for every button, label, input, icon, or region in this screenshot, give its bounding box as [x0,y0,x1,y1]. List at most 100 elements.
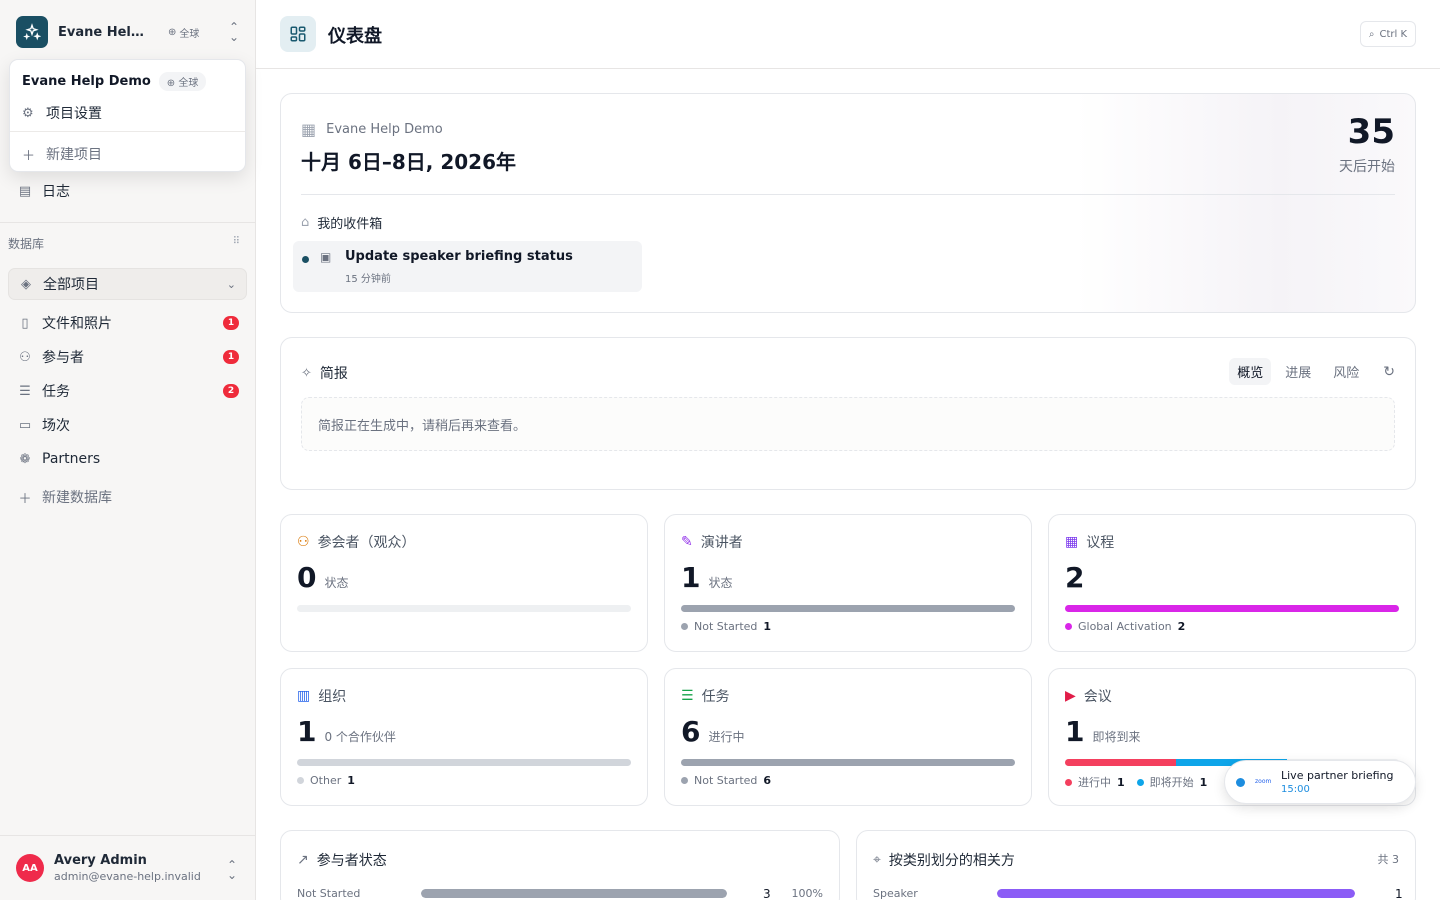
inbox-item-title: Update speaker briefing status [345,249,573,264]
stat-number: 0 [297,561,317,594]
live-meeting-title: Live partner briefing [1281,769,1394,782]
stat-title-label: 组织 [318,689,347,705]
stat-label: 状态 [708,576,733,590]
dashboard-icon [280,16,316,52]
stat-card[interactable]: ▦ 议程 2 Global Activation 2 [1048,514,1416,652]
stat-legend: Global Activation 2 [1065,620,1185,633]
search-icon: ⌕ [1368,28,1375,40]
sidebar-item-tasks[interactable]: ☰ 任务 2 [8,376,247,406]
sidebar-item-participants[interactable]: ⚇ 参与者 1 [8,342,247,372]
stat-card[interactable]: ☰ 任务 6 进行中 Not Started 6 [664,668,1032,806]
legend-name: 即将开始 [1149,776,1194,789]
sidebar-divider [0,222,255,223]
legend-count: 1 [763,620,772,633]
dropdown-workspace[interactable]: Evane Help Demo ⊕ 全球 [22,72,207,91]
dropdown-scope-label: 全球 [178,78,199,89]
live-meeting-pill[interactable]: zoom Live partner briefing 15:00 [1224,760,1416,804]
users-icon: ⚇ [19,349,31,365]
legend-name: Not Started [694,774,758,787]
presentation-icon: ▭ [18,417,32,433]
stat-label: 状态 [324,576,349,590]
sidebar: Evane Help Demo ⊕全球 ⌃⌄ Evane Help Demo ⊕… [0,0,256,900]
row-value: 3 [763,887,771,900]
chevron-down-icon: ⌄ [226,277,236,291]
workspace-dropdown: Evane Help Demo ⊕ 全球 ⚙ 项目设置 ＋ 新建项目 [9,59,246,172]
shortcut-label: Ctrl K [1379,28,1407,40]
dropdown-divider [10,131,245,132]
stakeholders-total: 共 3 [1377,853,1400,866]
new-database-button[interactable]: ＋ 新建数据库 [8,482,247,512]
stat-bar [1065,605,1399,612]
tab-progress[interactable]: 进展 [1277,358,1319,385]
inbox-title: ⌂ 我的收件箱 [301,213,382,232]
legend-name: Not Started [694,620,758,633]
gear-icon: ⚙ [22,105,34,121]
sidebar-item-partners[interactable]: ❁ Partners [8,444,247,474]
project-settings-label: 项目设置 [46,106,102,122]
stat-number: 1 [1065,715,1085,748]
trend-icon: ↗ [297,852,309,868]
legend-item: 即将开始 1 [1136,774,1207,790]
globe-icon: ⊕ [168,26,177,38]
command-search-button[interactable]: ⌕ Ctrl K [1359,21,1416,47]
tab-risk[interactable]: 风险 [1325,358,1367,385]
refresh-icon[interactable]: ↻ [1383,364,1395,380]
count-badge: 1 [223,350,239,364]
live-dot [1236,778,1245,787]
workspace-switcher[interactable]: Evane Help Demo ⊕全球 ⌃⌄ [0,0,255,64]
sparkle-icon: ✧ [301,365,312,381]
building-icon: ▥ [297,688,311,704]
legend-dot [1136,778,1144,786]
user-menu[interactable]: AA Avery Admin admin@evane-help.invalid … [0,835,255,900]
stat-card[interactable]: ▥ 组织 1 0 个合作伙伴 Other 1 [280,668,648,806]
legend-count: 1 [1117,775,1125,789]
new-project-label: 新建项目 [46,147,102,163]
tag-icon: ⌖ [873,852,881,868]
row-fill [421,889,727,898]
legend-count: 1 [347,774,355,787]
briefing-card: ✧ 简报 概览 进展 风险 ↻ 简报正在生成中，请稍后再来查看。 [280,337,1416,490]
drag-handle-icon[interactable]: ⠿ [233,236,240,247]
workspace-scope-label: 全球 [179,28,200,40]
stakeholders-title: ⌖ 按类别划分的相关方 [873,850,1015,870]
inbox-icon: ⌂ [301,215,310,230]
sidebar-item-label: 日志 [42,184,70,200]
row-track [997,889,1355,898]
inbox-item[interactable]: ▣ Update speaker briefing status 15 分钟前 [293,241,642,292]
sidebar-item-label: 任务 [42,384,70,400]
layers-icon: ◈ [21,276,31,292]
legend-dot [1065,623,1072,630]
checklist-icon: ☰ [19,383,31,399]
legend-item: Global Activation 2 [1065,620,1185,633]
stat-label: 0 个合作伙伴 [324,730,396,744]
countdown-value: 35 [1347,112,1395,152]
stat-title-label: 议程 [1086,535,1115,551]
event-org: ▦ Evane Help Demo [301,120,443,139]
calendar-icon: ▦ [1065,534,1079,550]
sidebar-item-log[interactable]: ▤ 日志 [8,176,247,206]
project-settings-item[interactable]: ⚙ 项目设置 [22,103,102,123]
row-track [421,889,727,898]
stat-card[interactable]: ✎ 演讲者 1 状态 Not Started 1 [664,514,1032,652]
file-icon: ▯ [21,315,29,331]
mic-icon: ✎ [681,534,693,550]
tab-overview[interactable]: 概览 [1229,358,1272,385]
workspace-name: Evane Help Demo [58,24,150,40]
chevron-updown-icon[interactable]: ⌃ ⌄ [229,21,239,43]
legend-item: Not Started 6 [681,774,771,787]
new-project-item[interactable]: ＋ 新建项目 [22,144,102,164]
participant-status-title-label: 参与者状态 [316,853,387,869]
legend-count: 2 [1177,620,1186,633]
sidebar-item-files[interactable]: ▯ 文件和照片 1 [8,308,247,338]
stat-title: ⚇ 参会者（观众） [297,532,416,552]
inbox-item-time: 15 分钟前 [345,274,391,285]
event-date: 十月 6日–8日, 2026年 [301,150,517,174]
sidebar-item-label: 文件和照片 [42,316,112,332]
video-icon: ▶ [1065,688,1076,704]
stat-value: 6 进行中 [681,715,745,748]
stat-title: ☰ 任务 [681,686,730,706]
sidebar-item-sessions[interactable]: ▭ 场次 [8,410,247,440]
sidebar-item-all-projects[interactable]: ◈ 全部项目 ⌄ [8,268,247,300]
stat-card[interactable]: ⚇ 参会者（观众） 0 状态 [280,514,648,652]
row-name: Speaker [873,887,918,900]
